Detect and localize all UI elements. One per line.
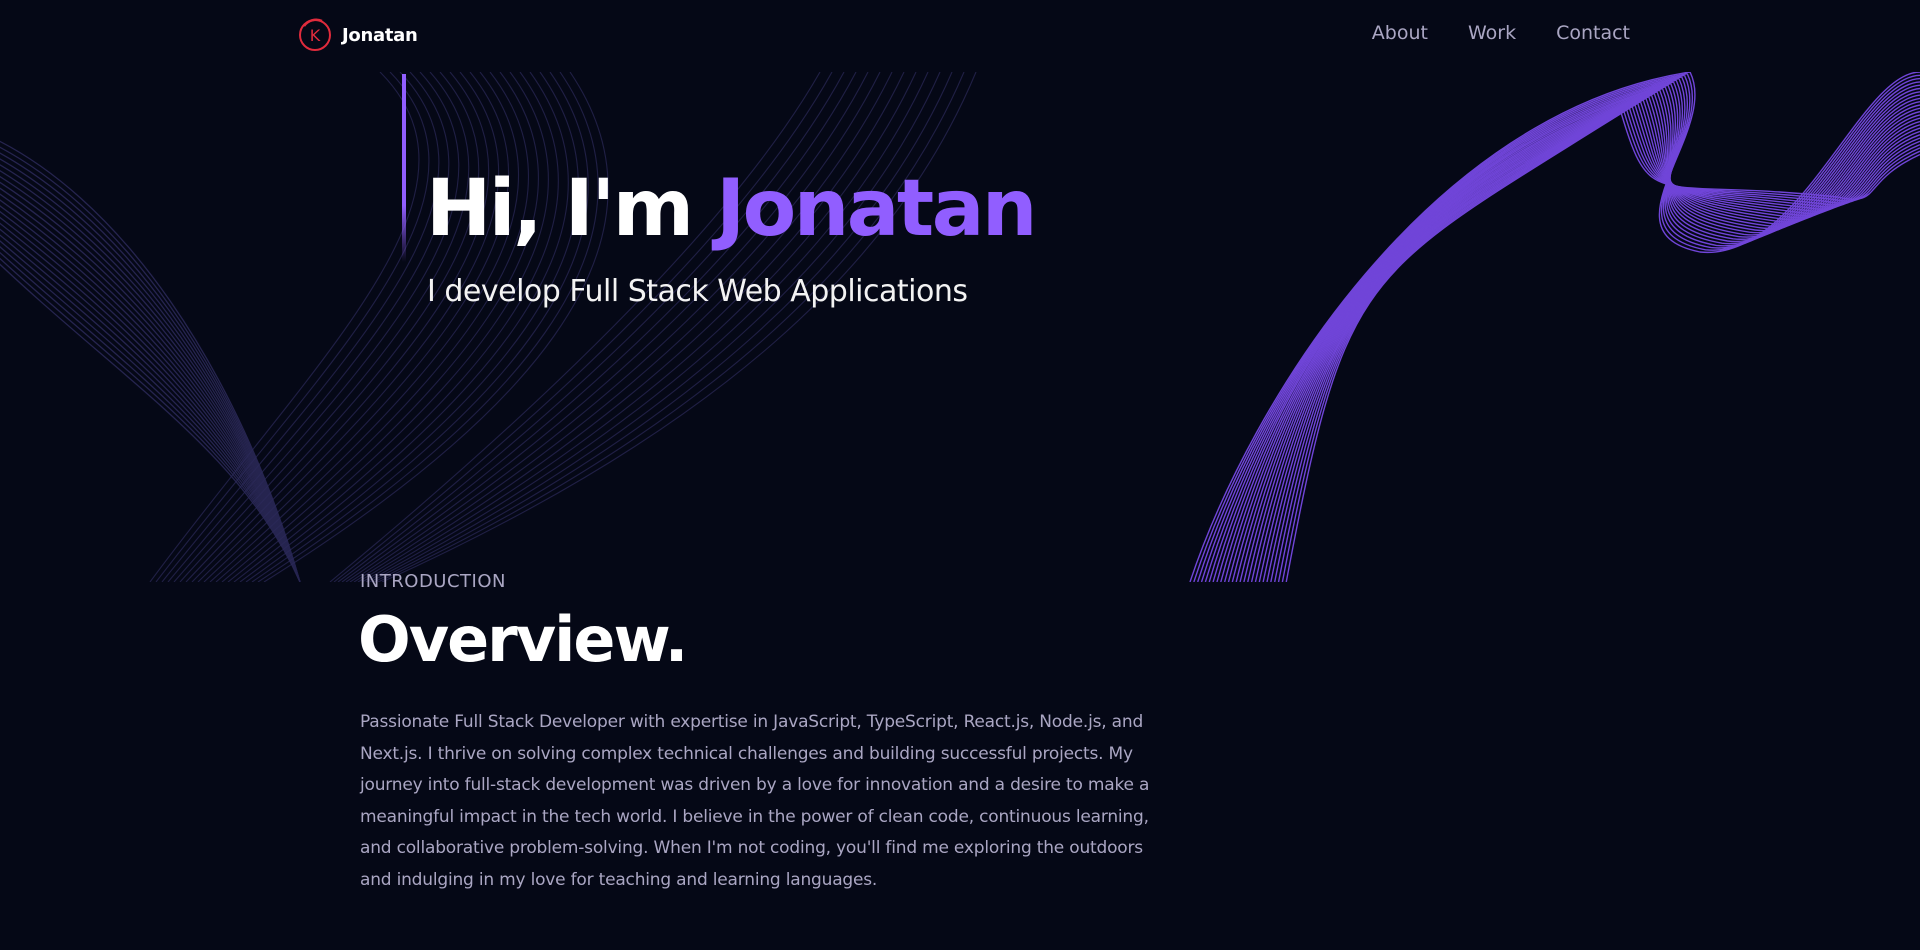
logo-letter: K — [310, 26, 321, 45]
brand-name: Jonatan — [342, 24, 418, 46]
left-fan-line — [333, 72, 833, 582]
left-fan-line — [191, 72, 490, 582]
left-fan-line — [341, 72, 857, 582]
nav-link-contact[interactable]: Contact — [1556, 22, 1630, 44]
left-wave-line — [0, 210, 301, 582]
nav-link-work[interactable]: Work — [1468, 22, 1516, 44]
right-contour-line — [1220, 84, 1669, 582]
left-wave-line — [0, 246, 301, 582]
right-contour-line — [1235, 91, 1658, 582]
k-circle-logo-icon: K — [296, 16, 334, 54]
right-contour-line — [1250, 97, 1647, 582]
left-fan-line — [365, 72, 929, 582]
right-contour-line — [1231, 89, 1660, 582]
left-wave-line — [0, 146, 301, 582]
left-wave-line — [0, 205, 301, 582]
nav-links: About Work Contact — [1372, 22, 1630, 44]
right-contour-line — [1247, 96, 1650, 582]
left-wave-line — [0, 158, 301, 582]
left-wave-line — [0, 240, 301, 582]
right-contour-line — [1212, 81, 1674, 582]
right-contour-line — [1243, 94, 1652, 582]
left-wave-line — [0, 140, 301, 582]
overview-title: Overview. — [358, 603, 688, 676]
left-fan-line — [245, 72, 579, 582]
left-fan-line — [353, 72, 893, 582]
portfolio-page: K Jonatan About Work Contact Hi, I'm Jon… — [0, 0, 1920, 950]
right-contour-line — [1239, 92, 1655, 582]
brand-home-link[interactable]: K Jonatan — [296, 16, 418, 54]
left-fan-line — [161, 72, 440, 582]
navbar: K Jonatan About Work Contact — [0, 0, 1920, 72]
overview-body: Passionate Full Stack Developer with exp… — [360, 712, 1150, 890]
hero-title-prefix: Hi, I'm — [426, 164, 717, 254]
left-fan-line — [369, 72, 941, 582]
hero-title: Hi, I'm Jonatan — [426, 170, 1037, 248]
hero-title-name: Jonatan — [716, 164, 1037, 254]
left-fan-line — [373, 72, 953, 582]
right-contour-line — [1208, 79, 1677, 582]
left-wave-line — [0, 181, 301, 582]
right-contour-line — [1189, 72, 1691, 582]
hero-wave-background — [0, 72, 1920, 582]
left-fan-line — [179, 72, 470, 582]
overview-kicker: INTRODUCTION — [360, 571, 506, 592]
left-fan-line — [377, 72, 965, 582]
left-fan-line — [167, 72, 450, 582]
right-contour-line — [1216, 82, 1671, 582]
hero-subtitle: I develop Full Stack Web Applications — [427, 274, 968, 309]
hero-accent-bar — [402, 74, 406, 262]
nav-link-about[interactable]: About — [1372, 22, 1428, 44]
left-fan-line — [185, 72, 480, 582]
left-fan-line — [233, 72, 559, 582]
